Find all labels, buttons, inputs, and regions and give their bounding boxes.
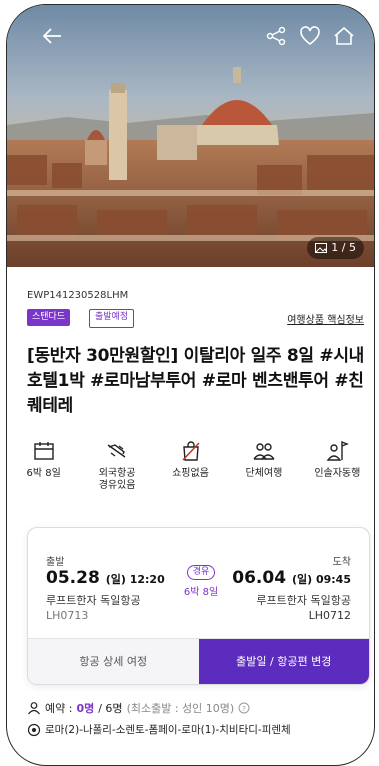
- calendar-icon: [34, 442, 54, 460]
- booking-minimum: (최소출발 : 성인 10명): [126, 702, 235, 715]
- group-icon: [253, 443, 275, 460]
- svg-text:?: ?: [242, 705, 246, 713]
- route-text: 로마(2)-나폴리-소렌토-폼페이-로마(1)-치비타디-피렌체: [45, 724, 291, 736]
- top-bar: [7, 5, 374, 55]
- product-title: [동반자 30만원할인] 이탈리아 일주 8일 #시내호텔1박 #로마남부투어 …: [27, 346, 365, 416]
- feature-airline: 외국항공 경유있음: [80, 439, 153, 492]
- arrival-date: 06.04: [232, 568, 287, 588]
- route-summary: 로마(2)-나폴리-소렌토-폼페이-로마(1)-치비타디-피렌체: [27, 722, 357, 737]
- booking-current: 0명: [76, 702, 95, 715]
- feature-label: 인솔자동행: [314, 468, 361, 479]
- arrival-datetime: 06.04 (일) 09:45: [232, 568, 351, 588]
- image-icon: [315, 243, 328, 253]
- arrival-day-time: (일) 09:45: [291, 573, 351, 586]
- arrival-airline: 루프트한자 독일항공: [256, 594, 351, 607]
- transit-badge: 경유: [186, 565, 216, 580]
- feature-duration: 6박 8일: [7, 439, 80, 492]
- feature-group: 단체여행: [227, 439, 300, 492]
- departure-airline: 루프트한자 독일항공: [46, 594, 141, 607]
- booking-label: 예약 :: [45, 702, 73, 715]
- feature-shopping: 쇼핑없음: [154, 439, 227, 492]
- departure-day-time: (일) 12:20: [105, 573, 165, 586]
- flight-card: 출발 도착 05.28 (일) 12:20 06.04 (일) 09:45 경유…: [27, 527, 370, 685]
- feature-label: 6박 8일: [26, 468, 61, 479]
- airplane-icon: [107, 444, 126, 458]
- feature-list: 6박 8일 외국항공 경유있음 쇼핑없음 단체여행 인솔자동행: [7, 439, 374, 492]
- shopping-bag-icon: [181, 441, 200, 461]
- share-icon[interactable]: [265, 25, 287, 47]
- trip-duration: 6박 8일: [183, 587, 219, 598]
- booking-status: 예약 : 0명 / 6명 (최소출발 : 성인 10명) ?: [27, 700, 250, 716]
- guide-flag-icon: [326, 440, 350, 461]
- location-pin-icon: [27, 723, 41, 736]
- back-arrow-icon[interactable]: [41, 25, 63, 47]
- booking-total: / 6명: [98, 702, 123, 715]
- departure-date: 05.28: [46, 568, 100, 588]
- transit-info: 경유 6박 8일: [176, 559, 226, 598]
- phone-frame: 1 / 5 EWP141230528LHM 스탠다드 출발예정 여행상품 핵심정…: [6, 4, 375, 766]
- person-icon: [28, 702, 40, 715]
- gallery-counter: 1 / 5: [307, 237, 364, 259]
- flight-actions: 항공 상세 여정 출발일 / 항공편 변경: [28, 638, 369, 684]
- departure-flight-number: LH0713: [46, 609, 89, 622]
- change-flight-button[interactable]: 출발일 / 항공편 변경: [198, 639, 369, 684]
- departure-label: 출발: [46, 557, 65, 568]
- heart-icon[interactable]: [299, 25, 321, 47]
- hero-image[interactable]: 1 / 5: [7, 5, 374, 267]
- feature-label: 쇼핑없음: [172, 468, 209, 479]
- departure-status-badge: 출발예정: [89, 309, 135, 328]
- home-icon[interactable]: [333, 25, 355, 47]
- gallery-counter-text: 1 / 5: [331, 241, 356, 254]
- feature-label: 외국항공 경유있음: [98, 468, 136, 491]
- product-code: EWP141230528LHM: [27, 290, 129, 301]
- flight-detail-button[interactable]: 항공 상세 여정: [28, 639, 199, 684]
- standard-badge: 스탠다드: [27, 309, 71, 326]
- arrival-flight-number: LH0712: [308, 609, 351, 622]
- arrival-label: 도착: [332, 557, 351, 568]
- key-info-link[interactable]: 여행상품 핵심정보: [287, 311, 364, 326]
- departure-datetime: 05.28 (일) 12:20: [46, 568, 165, 588]
- feature-guide: 인솔자동행: [301, 439, 374, 492]
- help-icon[interactable]: ?: [238, 702, 250, 714]
- feature-label: 단체여행: [245, 468, 283, 479]
